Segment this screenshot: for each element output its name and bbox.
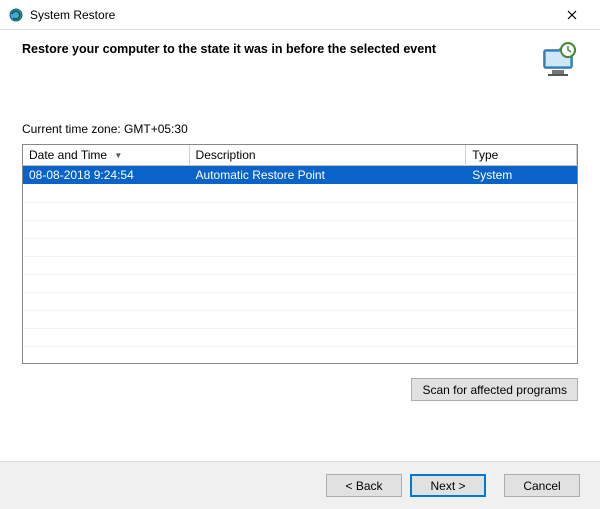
titlebar: System Restore xyxy=(0,0,600,30)
table-row[interactable]: 08-08-2018 9:24:54Automatic Restore Poin… xyxy=(23,166,577,185)
page-heading: Restore your computer to the state it wa… xyxy=(22,42,436,56)
cell-type: System xyxy=(466,166,577,185)
button-label: Scan for affected programs xyxy=(422,383,567,397)
cancel-button[interactable]: Cancel xyxy=(504,474,580,497)
restore-point-table[interactable]: Date and Time ▼ Description Type 08-08-2… xyxy=(22,144,578,364)
column-header-datetime[interactable]: Date and Time ▼ xyxy=(23,145,189,166)
header-area: Restore your computer to the state it wa… xyxy=(0,30,600,98)
cell-description: Automatic Restore Point xyxy=(189,166,466,185)
button-label: Cancel xyxy=(523,479,560,493)
system-restore-icon xyxy=(8,7,24,23)
column-header-description[interactable]: Description xyxy=(189,145,466,166)
table-row-empty xyxy=(23,274,577,292)
table-row-empty xyxy=(23,238,577,256)
restore-monitor-icon xyxy=(538,40,578,80)
button-label: Next > xyxy=(430,479,465,493)
cell-datetime: 08-08-2018 9:24:54 xyxy=(23,166,189,185)
table-row-empty xyxy=(23,202,577,220)
column-header-type[interactable]: Type xyxy=(466,145,577,166)
column-label: Date and Time xyxy=(29,148,107,162)
back-button[interactable]: < Back xyxy=(326,474,402,497)
scan-affected-button[interactable]: Scan for affected programs xyxy=(411,378,578,401)
column-label: Type xyxy=(472,148,498,162)
table-row-empty xyxy=(23,256,577,274)
next-button[interactable]: Next > xyxy=(410,474,486,497)
sort-desc-icon: ▼ xyxy=(114,151,122,160)
wizard-button-bar: < Back Next > Cancel xyxy=(0,461,600,509)
timezone-label: Current time zone: GMT+05:30 xyxy=(22,122,578,136)
table-row-empty xyxy=(23,220,577,238)
table-row-empty xyxy=(23,346,577,364)
column-label: Description xyxy=(196,148,256,162)
table-row-empty xyxy=(23,292,577,310)
window-title: System Restore xyxy=(30,8,552,22)
table-row-empty xyxy=(23,328,577,346)
close-button[interactable] xyxy=(552,1,592,29)
table-row-empty xyxy=(23,184,577,202)
table-row-empty xyxy=(23,310,577,328)
button-label: < Back xyxy=(345,479,382,493)
